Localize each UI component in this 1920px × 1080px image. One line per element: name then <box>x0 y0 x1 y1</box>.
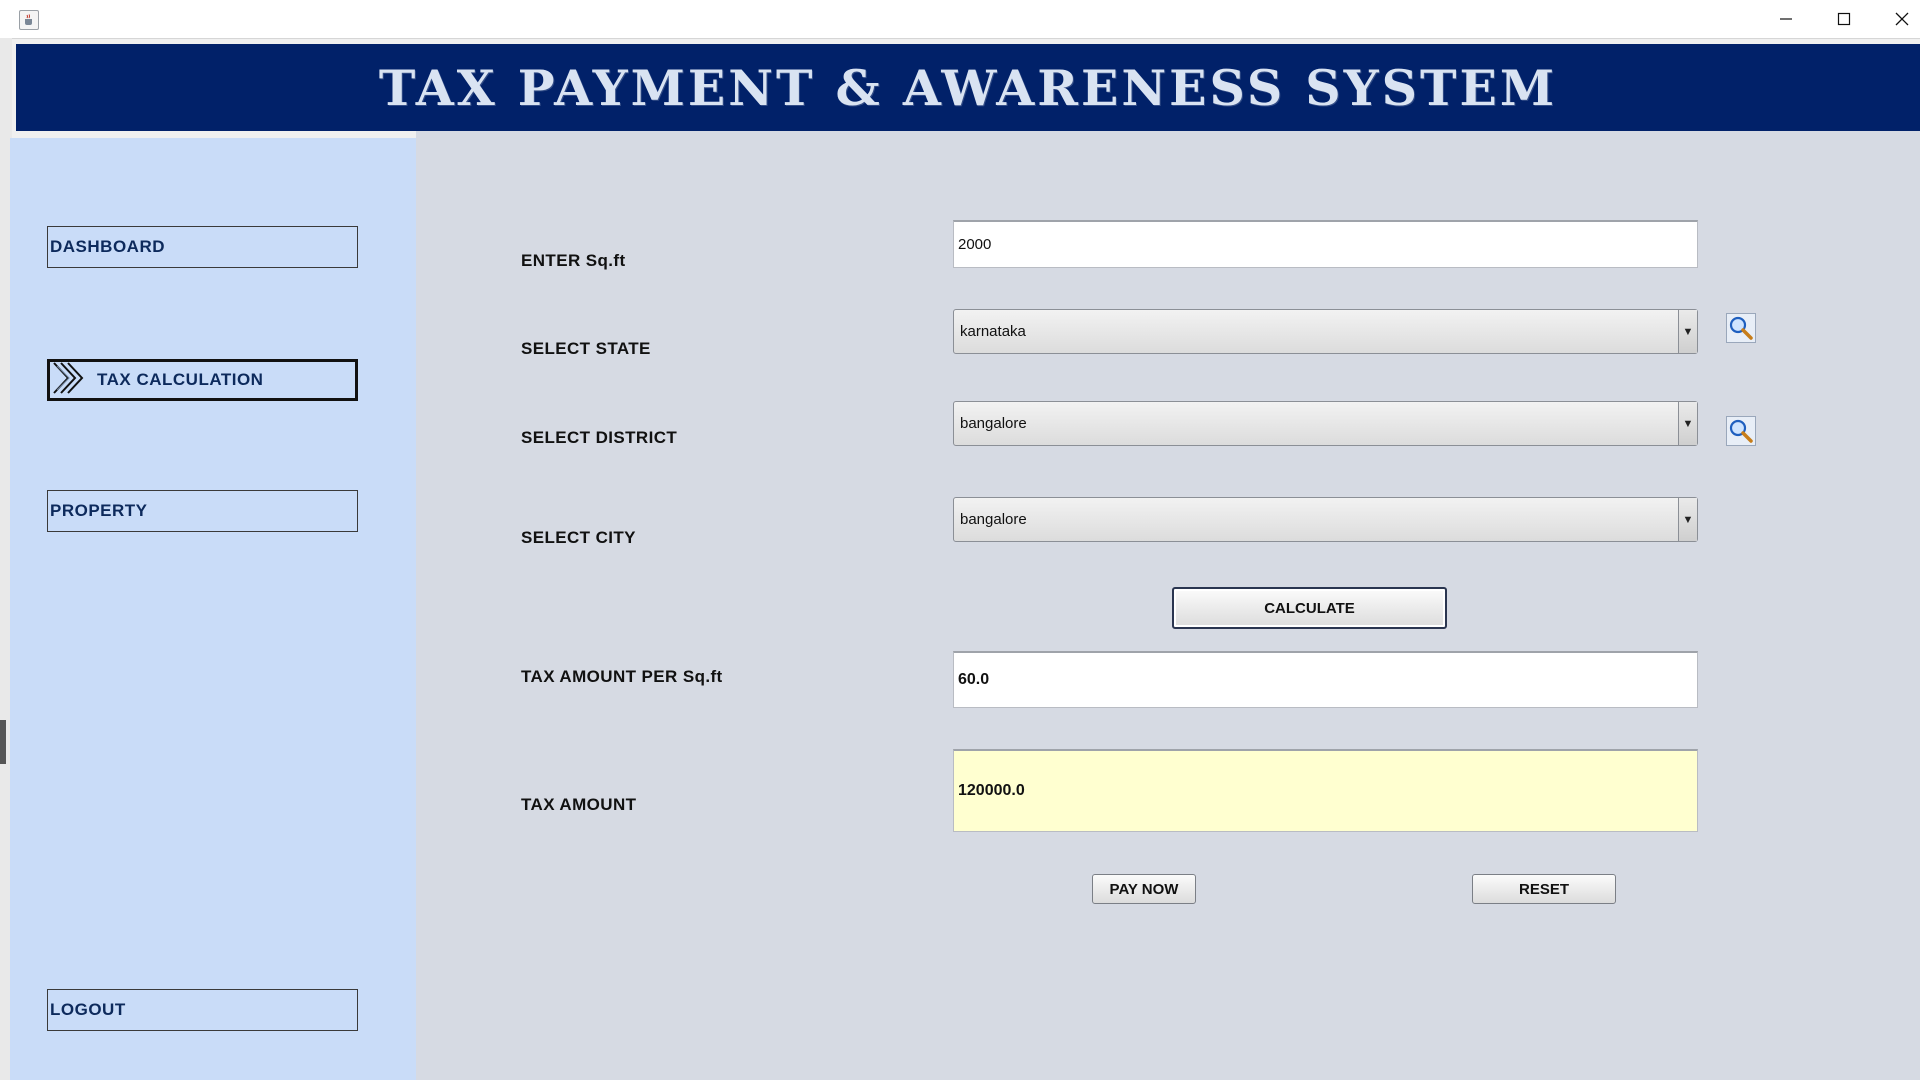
magnifier-icon <box>1729 419 1753 443</box>
java-app-icon <box>19 10 39 30</box>
tax-per-sqft-field[interactable] <box>953 651 1698 708</box>
state-select[interactable]: karnataka ▼ <box>953 309 1698 354</box>
chevron-right-icon <box>51 360 91 401</box>
district-search-button[interactable] <box>1726 416 1756 446</box>
sidebar-item-label: PROPERTY <box>50 501 148 520</box>
sidebar-item-property[interactable]: PROPERTY <box>47 490 358 532</box>
sidebar-item-tax-calculation[interactable]: TAX CALCULATION <box>47 359 358 401</box>
district-select[interactable]: bangalore ▼ <box>953 401 1698 446</box>
chevron-down-icon[interactable]: ▼ <box>1678 498 1697 541</box>
header-banner: TAX PAYMENT & AWARENESS SYSTEM <box>16 44 1920 131</box>
sidebar-item-dashboard[interactable]: DASHBOARD <box>47 226 358 268</box>
city-select-value: bangalore <box>960 511 1027 528</box>
state-select-value: karnataka <box>960 323 1026 340</box>
state-label: SELECT STATE <box>521 339 651 358</box>
tax-amount-field[interactable] <box>953 749 1698 832</box>
city-label: SELECT CITY <box>521 528 636 547</box>
window-titlebar <box>0 0 1920 39</box>
sidebar-item-logout[interactable]: LOGOUT <box>47 989 358 1031</box>
state-search-button[interactable] <box>1726 313 1756 343</box>
pay-now-button[interactable]: PAY NOW <box>1092 874 1196 904</box>
sidebar-item-label: LOGOUT <box>50 1000 126 1019</box>
chevron-down-icon[interactable]: ▼ <box>1678 310 1697 353</box>
close-button[interactable] <box>1874 0 1920 38</box>
district-label: SELECT DISTRICT <box>521 428 678 447</box>
minimize-button[interactable] <box>1758 0 1814 38</box>
sqft-input[interactable] <box>953 220 1698 268</box>
maximize-button[interactable] <box>1816 0 1872 38</box>
city-select[interactable]: bangalore ▼ <box>953 497 1698 542</box>
district-select-value: bangalore <box>960 415 1027 432</box>
sidebar-item-label: DASHBOARD <box>50 237 165 256</box>
chevron-down-icon[interactable]: ▼ <box>1678 402 1697 445</box>
calculate-button[interactable]: CALCULATE <box>1172 587 1447 629</box>
sidebar: DASHBOARD TAX CALCULATION PROPERTY LOGOU… <box>10 138 416 1080</box>
main-content <box>416 131 1920 1080</box>
reset-button[interactable]: RESET <box>1472 874 1616 904</box>
tax-amount-label: TAX AMOUNT <box>521 795 637 814</box>
sidebar-item-label: TAX CALCULATION <box>97 370 264 389</box>
magnifier-icon <box>1729 316 1753 340</box>
app-title: TAX PAYMENT & AWARENESS SYSTEM <box>378 58 1558 117</box>
sqft-label: ENTER Sq.ft <box>521 251 626 270</box>
tax-per-sqft-label: TAX AMOUNT PER Sq.ft <box>521 667 723 686</box>
